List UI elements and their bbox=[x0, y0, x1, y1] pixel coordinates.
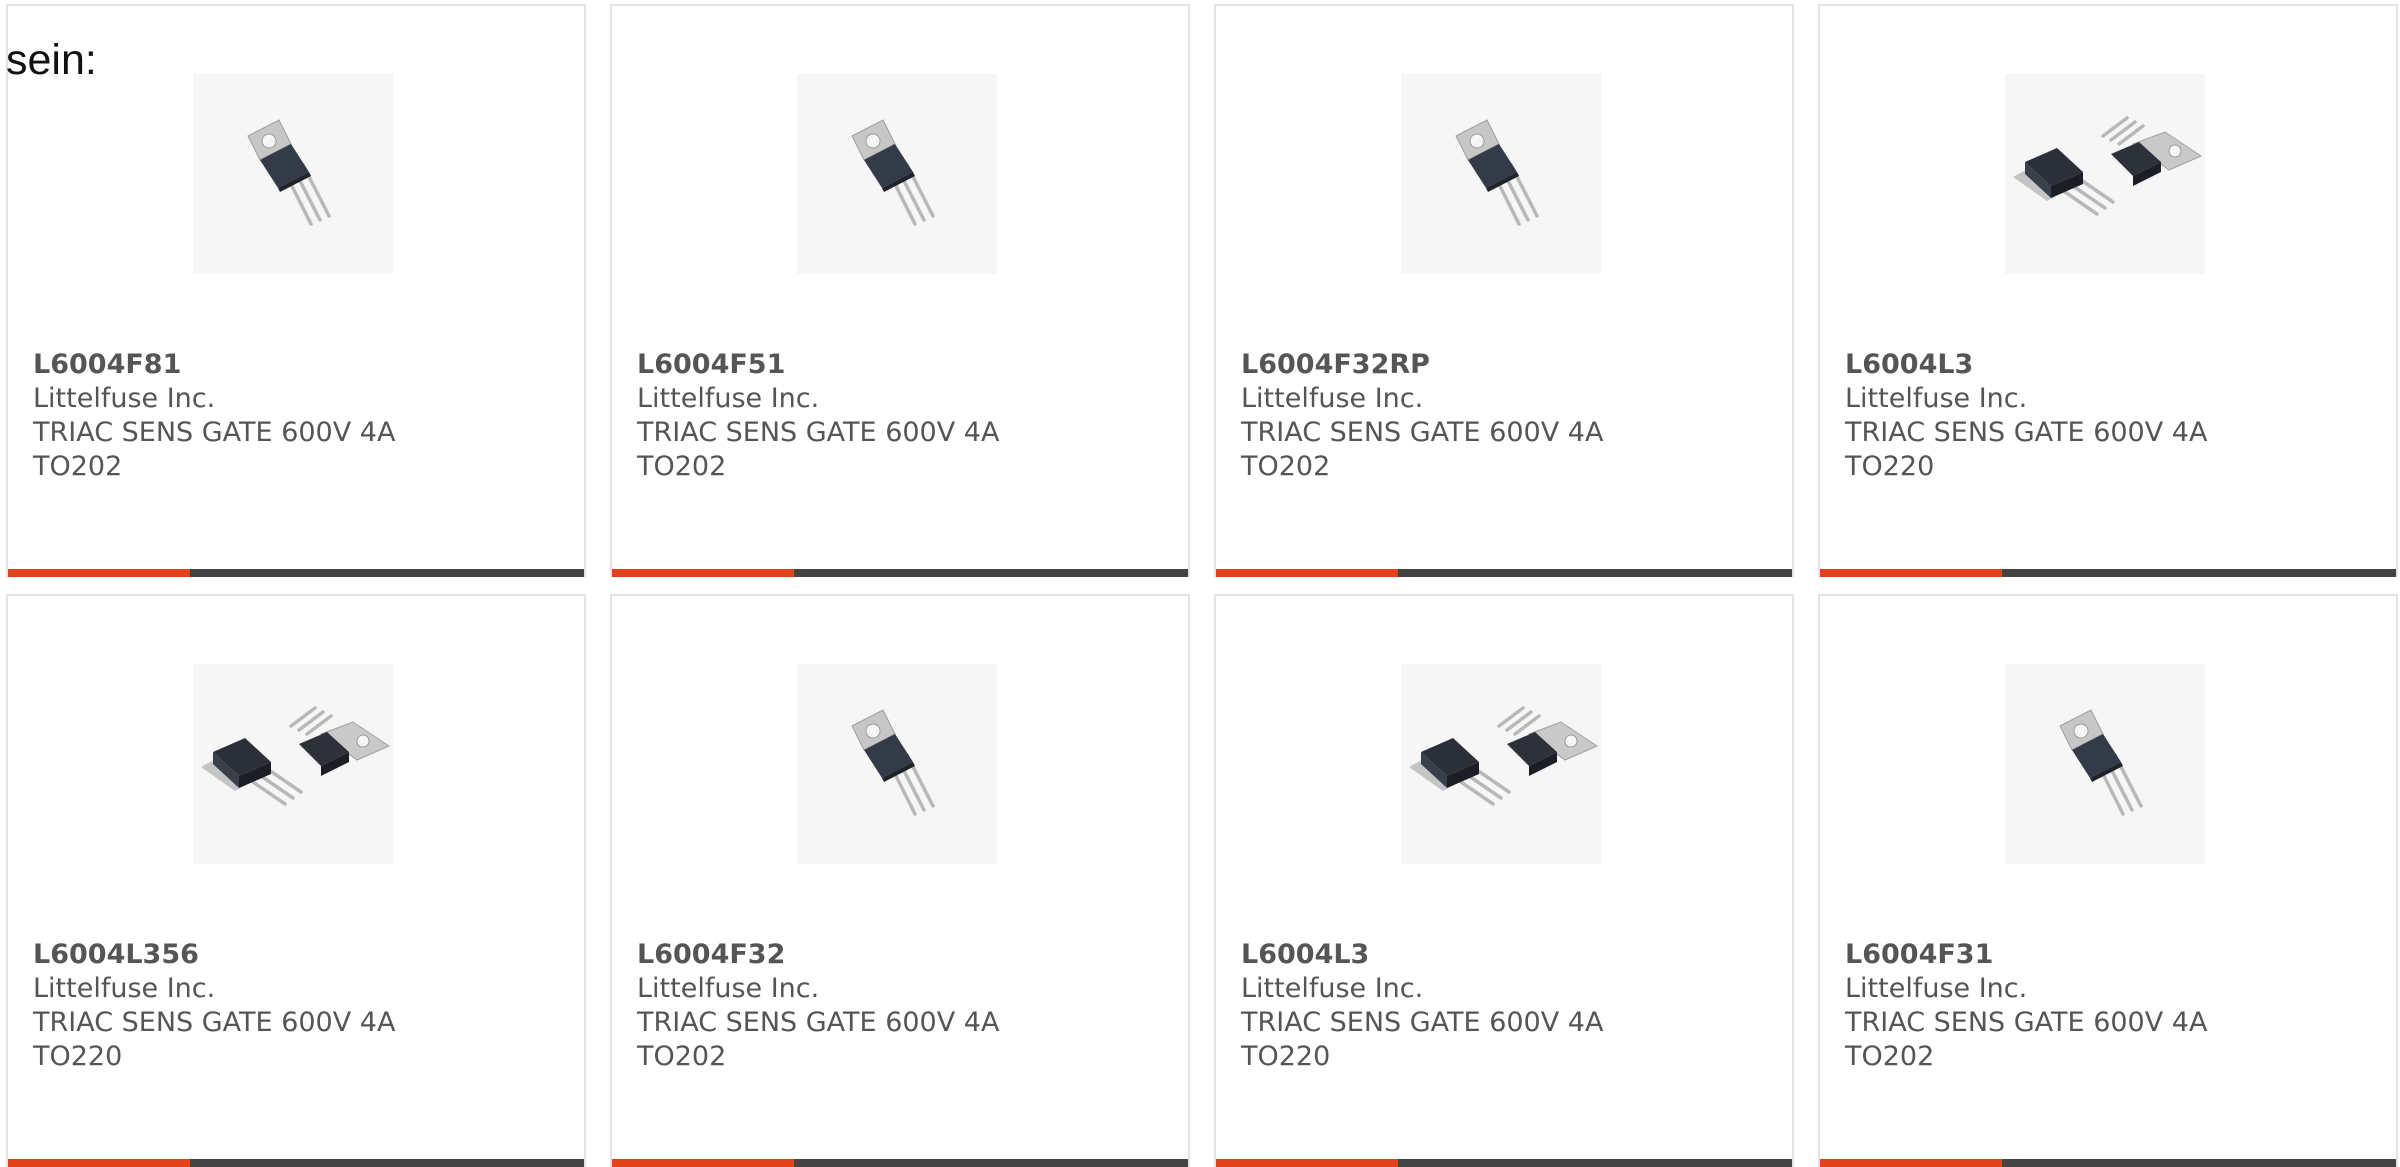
part-number[interactable]: L6004F31 bbox=[1845, 938, 2207, 972]
product-info: L6004F31 Littelfuse Inc. TRIAC SENS GATE… bbox=[1845, 938, 2207, 1074]
card-accent-bar bbox=[1820, 569, 2002, 577]
to202-transistor-icon bbox=[246, 118, 331, 226]
package: TO202 bbox=[637, 1041, 727, 1072]
manufacturer: Littelfuse Inc. bbox=[33, 383, 216, 414]
card-footer-bar bbox=[1216, 569, 1792, 577]
card-footer-bar bbox=[612, 1159, 1188, 1167]
card-accent-bar bbox=[1820, 1159, 2002, 1167]
manufacturer: Littelfuse Inc. bbox=[1241, 973, 1424, 1004]
card-accent-bar bbox=[612, 1159, 794, 1167]
description: TRIAC SENS GATE 600V 4A bbox=[637, 1007, 1000, 1038]
part-number[interactable]: L6004L3 bbox=[1845, 348, 2207, 382]
product-info: L6004F32RP Littelfuse Inc. TRIAC SENS GA… bbox=[1241, 348, 1603, 484]
card-footer-bar bbox=[612, 569, 1188, 577]
description: TRIAC SENS GATE 600V 4A bbox=[33, 1007, 396, 1038]
card-accent-bar bbox=[1216, 1159, 1398, 1167]
manufacturer: Littelfuse Inc. bbox=[637, 973, 820, 1004]
product-thumbnail[interactable] bbox=[797, 664, 997, 864]
package: TO202 bbox=[33, 451, 123, 482]
product-info: L6004F81 Littelfuse Inc. TRIAC SENS GATE… bbox=[33, 348, 395, 484]
product-thumbnail[interactable] bbox=[2005, 74, 2205, 274]
manufacturer: Littelfuse Inc. bbox=[33, 973, 216, 1004]
manufacturer: Littelfuse Inc. bbox=[1845, 383, 2028, 414]
card-footer-bar bbox=[8, 569, 584, 577]
product-info: L6004L3 Littelfuse Inc. TRIAC SENS GATE … bbox=[1845, 348, 2207, 484]
product-card[interactable]: L6004L3 Littelfuse Inc. TRIAC SENS GATE … bbox=[1214, 594, 1794, 1167]
to220-pair-icon bbox=[1407, 706, 1599, 806]
product-thumbnail[interactable] bbox=[193, 74, 393, 274]
product-info: L6004L356 Littelfuse Inc. TRIAC SENS GAT… bbox=[33, 938, 395, 1074]
card-footer-bar bbox=[1820, 1159, 2396, 1167]
to220-pair-icon bbox=[2011, 116, 2203, 216]
manufacturer: Littelfuse Inc. bbox=[1241, 383, 1424, 414]
package: TO220 bbox=[1241, 1041, 1331, 1072]
product-card[interactable]: L6004L356 Littelfuse Inc. TRIAC SENS GAT… bbox=[6, 594, 586, 1167]
product-thumbnail[interactable] bbox=[797, 74, 997, 274]
part-number[interactable]: L6004F51 bbox=[637, 348, 999, 382]
product-card[interactable]: L6004L3 Littelfuse Inc. TRIAC SENS GATE … bbox=[1818, 4, 2398, 577]
part-number[interactable]: L6004L356 bbox=[33, 938, 395, 972]
package: TO202 bbox=[1241, 451, 1331, 482]
card-footer-bar bbox=[1820, 569, 2396, 577]
description: TRIAC SENS GATE 600V 4A bbox=[637, 417, 1000, 448]
package: TO220 bbox=[1845, 451, 1935, 482]
to202-transistor-icon bbox=[850, 118, 935, 226]
manufacturer: Littelfuse Inc. bbox=[1845, 973, 2028, 1004]
part-number[interactable]: L6004F81 bbox=[33, 348, 395, 382]
product-card[interactable]: L6004F31 Littelfuse Inc. TRIAC SENS GATE… bbox=[1818, 594, 2398, 1167]
product-thumbnail[interactable] bbox=[1401, 74, 1601, 274]
part-number[interactable]: L6004F32 bbox=[637, 938, 999, 972]
card-accent-bar bbox=[612, 569, 794, 577]
card-footer-bar bbox=[8, 1159, 584, 1167]
product-info: L6004F32 Littelfuse Inc. TRIAC SENS GATE… bbox=[637, 938, 999, 1074]
intro-text: sein: bbox=[6, 36, 97, 84]
package: TO202 bbox=[1845, 1041, 1935, 1072]
to202-transistor-icon bbox=[850, 708, 935, 816]
product-info: L6004F51 Littelfuse Inc. TRIAC SENS GATE… bbox=[637, 348, 999, 484]
product-grid: L6004F81 Littelfuse Inc. TRIAC SENS GATE… bbox=[6, 4, 2400, 1167]
card-accent-bar bbox=[8, 569, 190, 577]
product-info: L6004L3 Littelfuse Inc. TRIAC SENS GATE … bbox=[1241, 938, 1603, 1074]
card-footer-bar bbox=[1216, 1159, 1792, 1167]
manufacturer: Littelfuse Inc. bbox=[637, 383, 820, 414]
product-thumbnail[interactable] bbox=[2005, 664, 2205, 864]
card-accent-bar bbox=[8, 1159, 190, 1167]
product-card[interactable]: L6004F51 Littelfuse Inc. TRIAC SENS GATE… bbox=[610, 4, 1190, 577]
product-card[interactable]: L6004F32RP Littelfuse Inc. TRIAC SENS GA… bbox=[1214, 4, 1794, 577]
part-number[interactable]: L6004L3 bbox=[1241, 938, 1603, 972]
to220-pair-icon bbox=[199, 706, 391, 806]
part-number[interactable]: L6004F32RP bbox=[1241, 348, 1603, 382]
package: TO202 bbox=[637, 451, 727, 482]
card-accent-bar bbox=[1216, 569, 1398, 577]
description: TRIAC SENS GATE 600V 4A bbox=[1241, 417, 1604, 448]
product-thumbnail[interactable] bbox=[1401, 664, 1601, 864]
description: TRIAC SENS GATE 600V 4A bbox=[1845, 1007, 2208, 1038]
to202-transistor-icon bbox=[1454, 118, 1539, 226]
description: TRIAC SENS GATE 600V 4A bbox=[1845, 417, 2208, 448]
product-card[interactable]: L6004F32 Littelfuse Inc. TRIAC SENS GATE… bbox=[610, 594, 1190, 1167]
product-thumbnail[interactable] bbox=[193, 664, 393, 864]
package: TO220 bbox=[33, 1041, 123, 1072]
description: TRIAC SENS GATE 600V 4A bbox=[33, 417, 396, 448]
to202-transistor-icon bbox=[2058, 708, 2143, 816]
description: TRIAC SENS GATE 600V 4A bbox=[1241, 1007, 1604, 1038]
